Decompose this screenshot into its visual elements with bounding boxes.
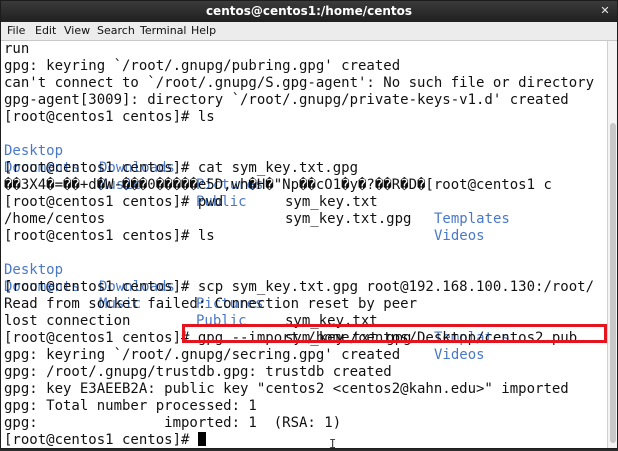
- terminal-line: [root@centos1 centos]# cat sym_key.txt.g…: [4, 160, 359, 176]
- terminal-line: [root@centos1 centos]# ls: [4, 109, 215, 125]
- terminal-line: gpg: keyring `/root/.gnupg/secring.gpg' …: [4, 347, 401, 363]
- terminal-output[interactable]: run gpg: keyring `/root/.gnupg/pubring.g…: [1, 41, 610, 448]
- terminal-line: ��3X4�=��+d�W-���0�����e5D,wh�H�"Np��cO1…: [4, 177, 552, 193]
- text-cursor: [197, 432, 206, 446]
- terminal-line: gpg-agent[3009]: directory `/root/.gnupg…: [4, 92, 569, 108]
- ls-output-row: Documents Music Public sym_key.txt.gpg V…: [4, 262, 485, 363]
- terminal-line: lost connection: [4, 313, 131, 329]
- terminal-line: run: [4, 41, 30, 57]
- scrollbar-thumb[interactable]: [610, 123, 616, 443]
- close-icon[interactable]: ✕: [597, 4, 613, 18]
- ls-output-row: Desktop Downloads Pictures sym_key.txt T…: [4, 126, 510, 227]
- ls-entry: sym_key.txt.gpg: [285, 211, 412, 227]
- terminal-line: Read from socket failed: Connection rese…: [4, 296, 418, 312]
- terminal-line: [root@centos1 centos]# pwd: [4, 194, 224, 210]
- title-bar[interactable]: centos@centos1:/home/centos ✕: [1, 1, 617, 22]
- terminal-line: gpg: imported: 1 (RSA: 1): [4, 415, 342, 431]
- ls-output-row: Documents Music Public sym_key.txt.gpg V…: [4, 143, 485, 244]
- prompt-line[interactable]: [root@centos1 centos]#: [4, 432, 206, 448]
- menu-terminal[interactable]: Terminal: [140, 24, 187, 37]
- terminal-line: can't connect to `/root/.gnupg/S.gpg-age…: [4, 75, 595, 91]
- highlight-box: [182, 324, 607, 343]
- prompt-text: [root@centos1 centos]#: [4, 432, 198, 448]
- terminal-line: gpg: /root/.gnupg/trustdb.gpg: trustdb c…: [4, 364, 392, 380]
- menu-bar: File Edit View Search Terminal Help: [1, 22, 617, 41]
- ls-entry: Videos: [434, 228, 485, 244]
- ls-entry: sym_key.txt: [285, 194, 378, 210]
- terminal-line: gpg: keyring `/root/.gnupg/pubring.gpg' …: [4, 58, 401, 74]
- ls-entry: Templates: [434, 211, 510, 227]
- terminal-line: [root@centos1 centos]# scp sym_key.txt.g…: [4, 279, 595, 295]
- ls-entry: Videos: [434, 347, 485, 363]
- scrollbar[interactable]: [607, 41, 617, 448]
- terminal-line: gpg: Total number processed: 1: [4, 398, 257, 414]
- menu-view[interactable]: View: [64, 24, 90, 37]
- terminal-window: centos@centos1:/home/centos ✕ File Edit …: [0, 0, 618, 451]
- menu-search[interactable]: Search: [97, 24, 135, 37]
- menu-help[interactable]: Help: [191, 24, 216, 37]
- terminal-line: gpg: key E3AEEB2A: public key "centos2 <…: [4, 381, 569, 397]
- terminal-line: [root@centos1 centos]# ls: [4, 228, 215, 244]
- menu-edit[interactable]: Edit: [35, 24, 56, 37]
- window-title: centos@centos1:/home/centos: [205, 4, 413, 18]
- ls-output-row: Desktop Downloads Pictures sym_key.txt T…: [4, 245, 510, 346]
- menu-file[interactable]: File: [7, 24, 25, 37]
- terminal-line: /home/centos: [4, 211, 106, 227]
